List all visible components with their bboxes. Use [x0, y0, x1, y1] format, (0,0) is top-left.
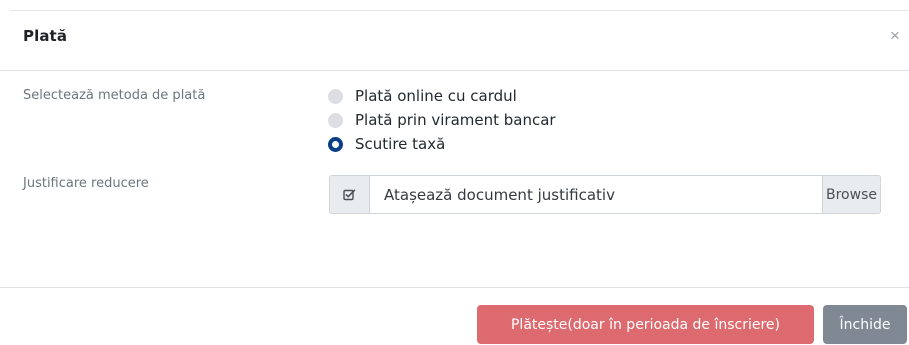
checkbox-edit-icon: [330, 176, 370, 213]
justification-label: Justificare reducere: [23, 176, 149, 191]
close-button[interactable]: Închide: [823, 305, 907, 344]
browse-button[interactable]: Browse: [822, 176, 880, 213]
radio-button-unchecked[interactable]: [328, 112, 343, 128]
radio-option-bank-transfer[interactable]: Plată prin virament bancar: [328, 109, 556, 131]
modal-header: Plată ×: [0, 11, 909, 71]
payment-method-label: Selectează metoda de plată: [23, 88, 206, 103]
justification-file-input[interactable]: Atașează document justificativ Browse: [329, 175, 881, 214]
radio-option-online-card[interactable]: Plată online cu cardul: [328, 85, 517, 107]
radio-option-label: Scutire taxă: [355, 135, 446, 153]
radio-option-label: Plată prin virament bancar: [355, 111, 556, 129]
radio-option-fee-exemption[interactable]: Scutire taxă: [328, 133, 445, 155]
radio-button-checked[interactable]: [328, 136, 343, 152]
close-icon[interactable]: ×: [890, 24, 909, 48]
pay-button[interactable]: Plătește(doar în perioada de înscriere): [477, 305, 814, 344]
radio-button-unchecked[interactable]: [328, 88, 343, 104]
radio-option-label: Plată online cu cardul: [355, 87, 517, 105]
payment-modal: Plată × Selectează metoda de plată Plată…: [0, 0, 909, 345]
modal-footer-divider: [0, 287, 909, 288]
modal-title: Plată: [23, 27, 68, 45]
file-input-placeholder[interactable]: Atașează document justificativ: [370, 176, 822, 213]
